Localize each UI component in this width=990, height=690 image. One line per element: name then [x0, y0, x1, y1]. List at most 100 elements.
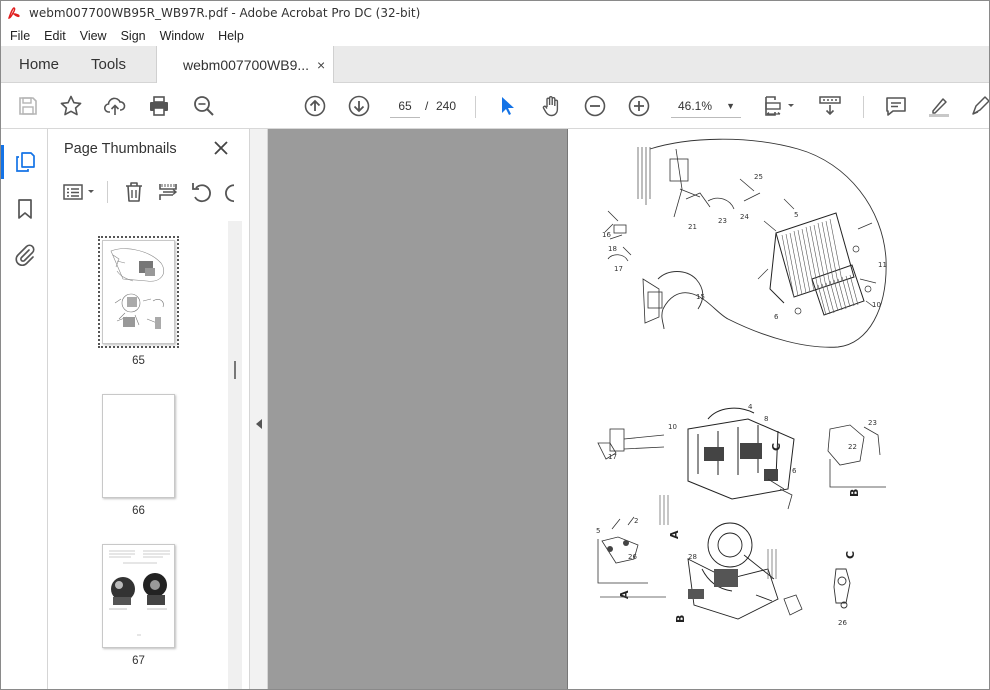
svg-text:17: 17 — [608, 453, 617, 461]
bookmarks-icon[interactable] — [13, 197, 37, 221]
page-up-icon[interactable] — [303, 94, 327, 118]
svg-text:5: 5 — [794, 211, 798, 219]
svg-text:B: B — [848, 489, 861, 497]
svg-text:16: 16 — [602, 231, 611, 239]
document-tab-label: webm007700WB9... — [183, 57, 310, 73]
thumbnail-list: 65 66 67 — [48, 221, 249, 689]
svg-text:10: 10 — [872, 301, 881, 309]
svg-text:18: 18 — [608, 245, 617, 253]
svg-text:10: 10 — [668, 423, 677, 431]
svg-text:2: 2 — [634, 517, 638, 525]
acrobat-app-icon — [7, 6, 21, 20]
svg-text:C: C — [770, 443, 783, 451]
svg-text:15: 15 — [696, 293, 705, 301]
page-number-input[interactable]: 65 — [390, 94, 420, 118]
panel-splitter[interactable] — [249, 129, 268, 689]
thumbnail-photo-image — [109, 550, 170, 636]
technical-diagram-image: 252421 181617 15235 11106 A C B A B C 52… — [596, 138, 887, 627]
menu-help[interactable]: Help — [211, 29, 251, 43]
svg-text:26: 26 — [628, 553, 637, 561]
tab-home[interactable]: Home — [19, 46, 59, 83]
tab-bar: Home Tools webm007700WB9... × — [1, 46, 989, 84]
svg-text:A: A — [618, 590, 631, 599]
rotate-counterclockwise-icon[interactable] — [190, 180, 214, 204]
menu-edit[interactable]: Edit — [37, 29, 73, 43]
thumbnail-label: 66 — [132, 505, 145, 517]
thumbnail-page-66[interactable] — [102, 394, 175, 498]
thumbnail-label: 67 — [132, 655, 145, 667]
svg-text:28: 28 — [688, 553, 697, 561]
toolbar-divider — [863, 96, 864, 118]
zoom-level-dropdown[interactable]: 46.1% ▼ — [671, 94, 741, 118]
thumbnail-scrollbar[interactable] — [228, 221, 242, 689]
svg-text:6: 6 — [774, 313, 779, 321]
main-toolbar: 65 / 240 46.1% ▼ — [1, 83, 989, 129]
svg-text:11: 11 — [878, 261, 887, 269]
zoom-search-icon[interactable] — [192, 94, 216, 118]
page-fit-icon[interactable] — [761, 94, 797, 118]
scrollbar-grip[interactable] — [234, 361, 236, 379]
page-down-icon[interactable] — [347, 94, 371, 118]
thumbnail-diagram-image — [110, 248, 165, 329]
window-title: webm007700WB95R_WB97R.pdf - Adobe Acroba… — [29, 6, 421, 20]
zoom-out-icon[interactable] — [583, 94, 607, 118]
thumbnail-options-icon[interactable] — [62, 180, 98, 204]
tab-document[interactable]: webm007700WB9... × — [156, 46, 334, 84]
page-thumbnails-icon[interactable] — [13, 150, 37, 174]
menu-view[interactable]: View — [73, 29, 114, 43]
svg-text:21: 21 — [688, 223, 697, 231]
svg-text:25: 25 — [754, 173, 763, 181]
menu-bar: File Edit View Sign Window Help — [1, 25, 989, 46]
title-bar: webm007700WB95R_WB97R.pdf - Adobe Acroba… — [1, 1, 989, 25]
panel-title: Page Thumbnails — [64, 141, 177, 157]
thumbnail-label: 65 — [132, 355, 145, 367]
attachments-icon[interactable] — [13, 243, 37, 267]
menu-window[interactable]: Window — [153, 29, 211, 43]
document-view[interactable]: 25 24 21 18 16 17 15 23 5 11 10 6 A C B … — [268, 129, 989, 689]
chevron-down-icon: ▼ — [726, 101, 735, 111]
svg-text:A: A — [668, 530, 681, 539]
close-tab-icon[interactable]: × — [317, 57, 325, 73]
save-icon[interactable] — [16, 94, 40, 118]
svg-text:6: 6 — [792, 467, 797, 475]
svg-text:26: 26 — [838, 619, 847, 627]
page-thumbnails-panel: Page Thumbnails 65 66 67 — [48, 129, 249, 689]
scroll-mode-icon[interactable] — [818, 94, 842, 118]
upload-cloud-icon[interactable] — [103, 94, 127, 118]
svg-text:24: 24 — [740, 213, 749, 221]
thumbnail-tools — [48, 176, 249, 208]
toolbar-divider — [475, 96, 476, 118]
svg-text:8: 8 — [764, 415, 768, 423]
tools-divider — [107, 181, 108, 203]
hand-pan-icon[interactable] — [539, 94, 563, 118]
print-icon[interactable] — [147, 94, 171, 118]
zoom-in-icon[interactable] — [627, 94, 651, 118]
svg-text:4: 4 — [748, 403, 753, 411]
thumbnail-page-65[interactable] — [98, 236, 179, 348]
close-panel-icon[interactable] — [211, 138, 231, 158]
extract-pages-icon[interactable] — [156, 180, 180, 204]
pdf-page: 25 24 21 18 16 17 15 23 5 11 10 6 A C B … — [567, 129, 989, 689]
svg-text:17: 17 — [614, 265, 623, 273]
select-cursor-icon[interactable] — [495, 94, 519, 118]
menu-sign[interactable]: Sign — [114, 29, 153, 43]
collapse-panel-arrow-icon[interactable] — [256, 419, 262, 429]
bookmark-star-icon[interactable] — [59, 94, 83, 118]
zoom-level-value: 46.1% — [678, 99, 713, 113]
svg-text:22: 22 — [848, 443, 857, 451]
tab-tools[interactable]: Tools — [91, 46, 126, 83]
navigation-rail — [1, 129, 48, 689]
svg-text:B: B — [674, 615, 687, 623]
page-total: 240 — [436, 99, 457, 113]
svg-text:5: 5 — [596, 527, 600, 535]
draw-pen-icon[interactable] — [969, 94, 989, 118]
menu-file[interactable]: File — [1, 29, 37, 43]
highlight-pen-icon[interactable] — [927, 94, 951, 118]
thumbnail-page-67[interactable] — [102, 544, 175, 648]
active-rail-indicator — [1, 145, 4, 179]
delete-page-icon[interactable] — [122, 180, 146, 204]
acrobat-window: webm007700WB95R_WB97R.pdf - Adobe Acroba… — [0, 0, 990, 690]
rotate-clockwise-icon[interactable] — [222, 180, 234, 204]
page-separator: / — [425, 99, 429, 113]
comment-icon[interactable] — [884, 94, 908, 118]
